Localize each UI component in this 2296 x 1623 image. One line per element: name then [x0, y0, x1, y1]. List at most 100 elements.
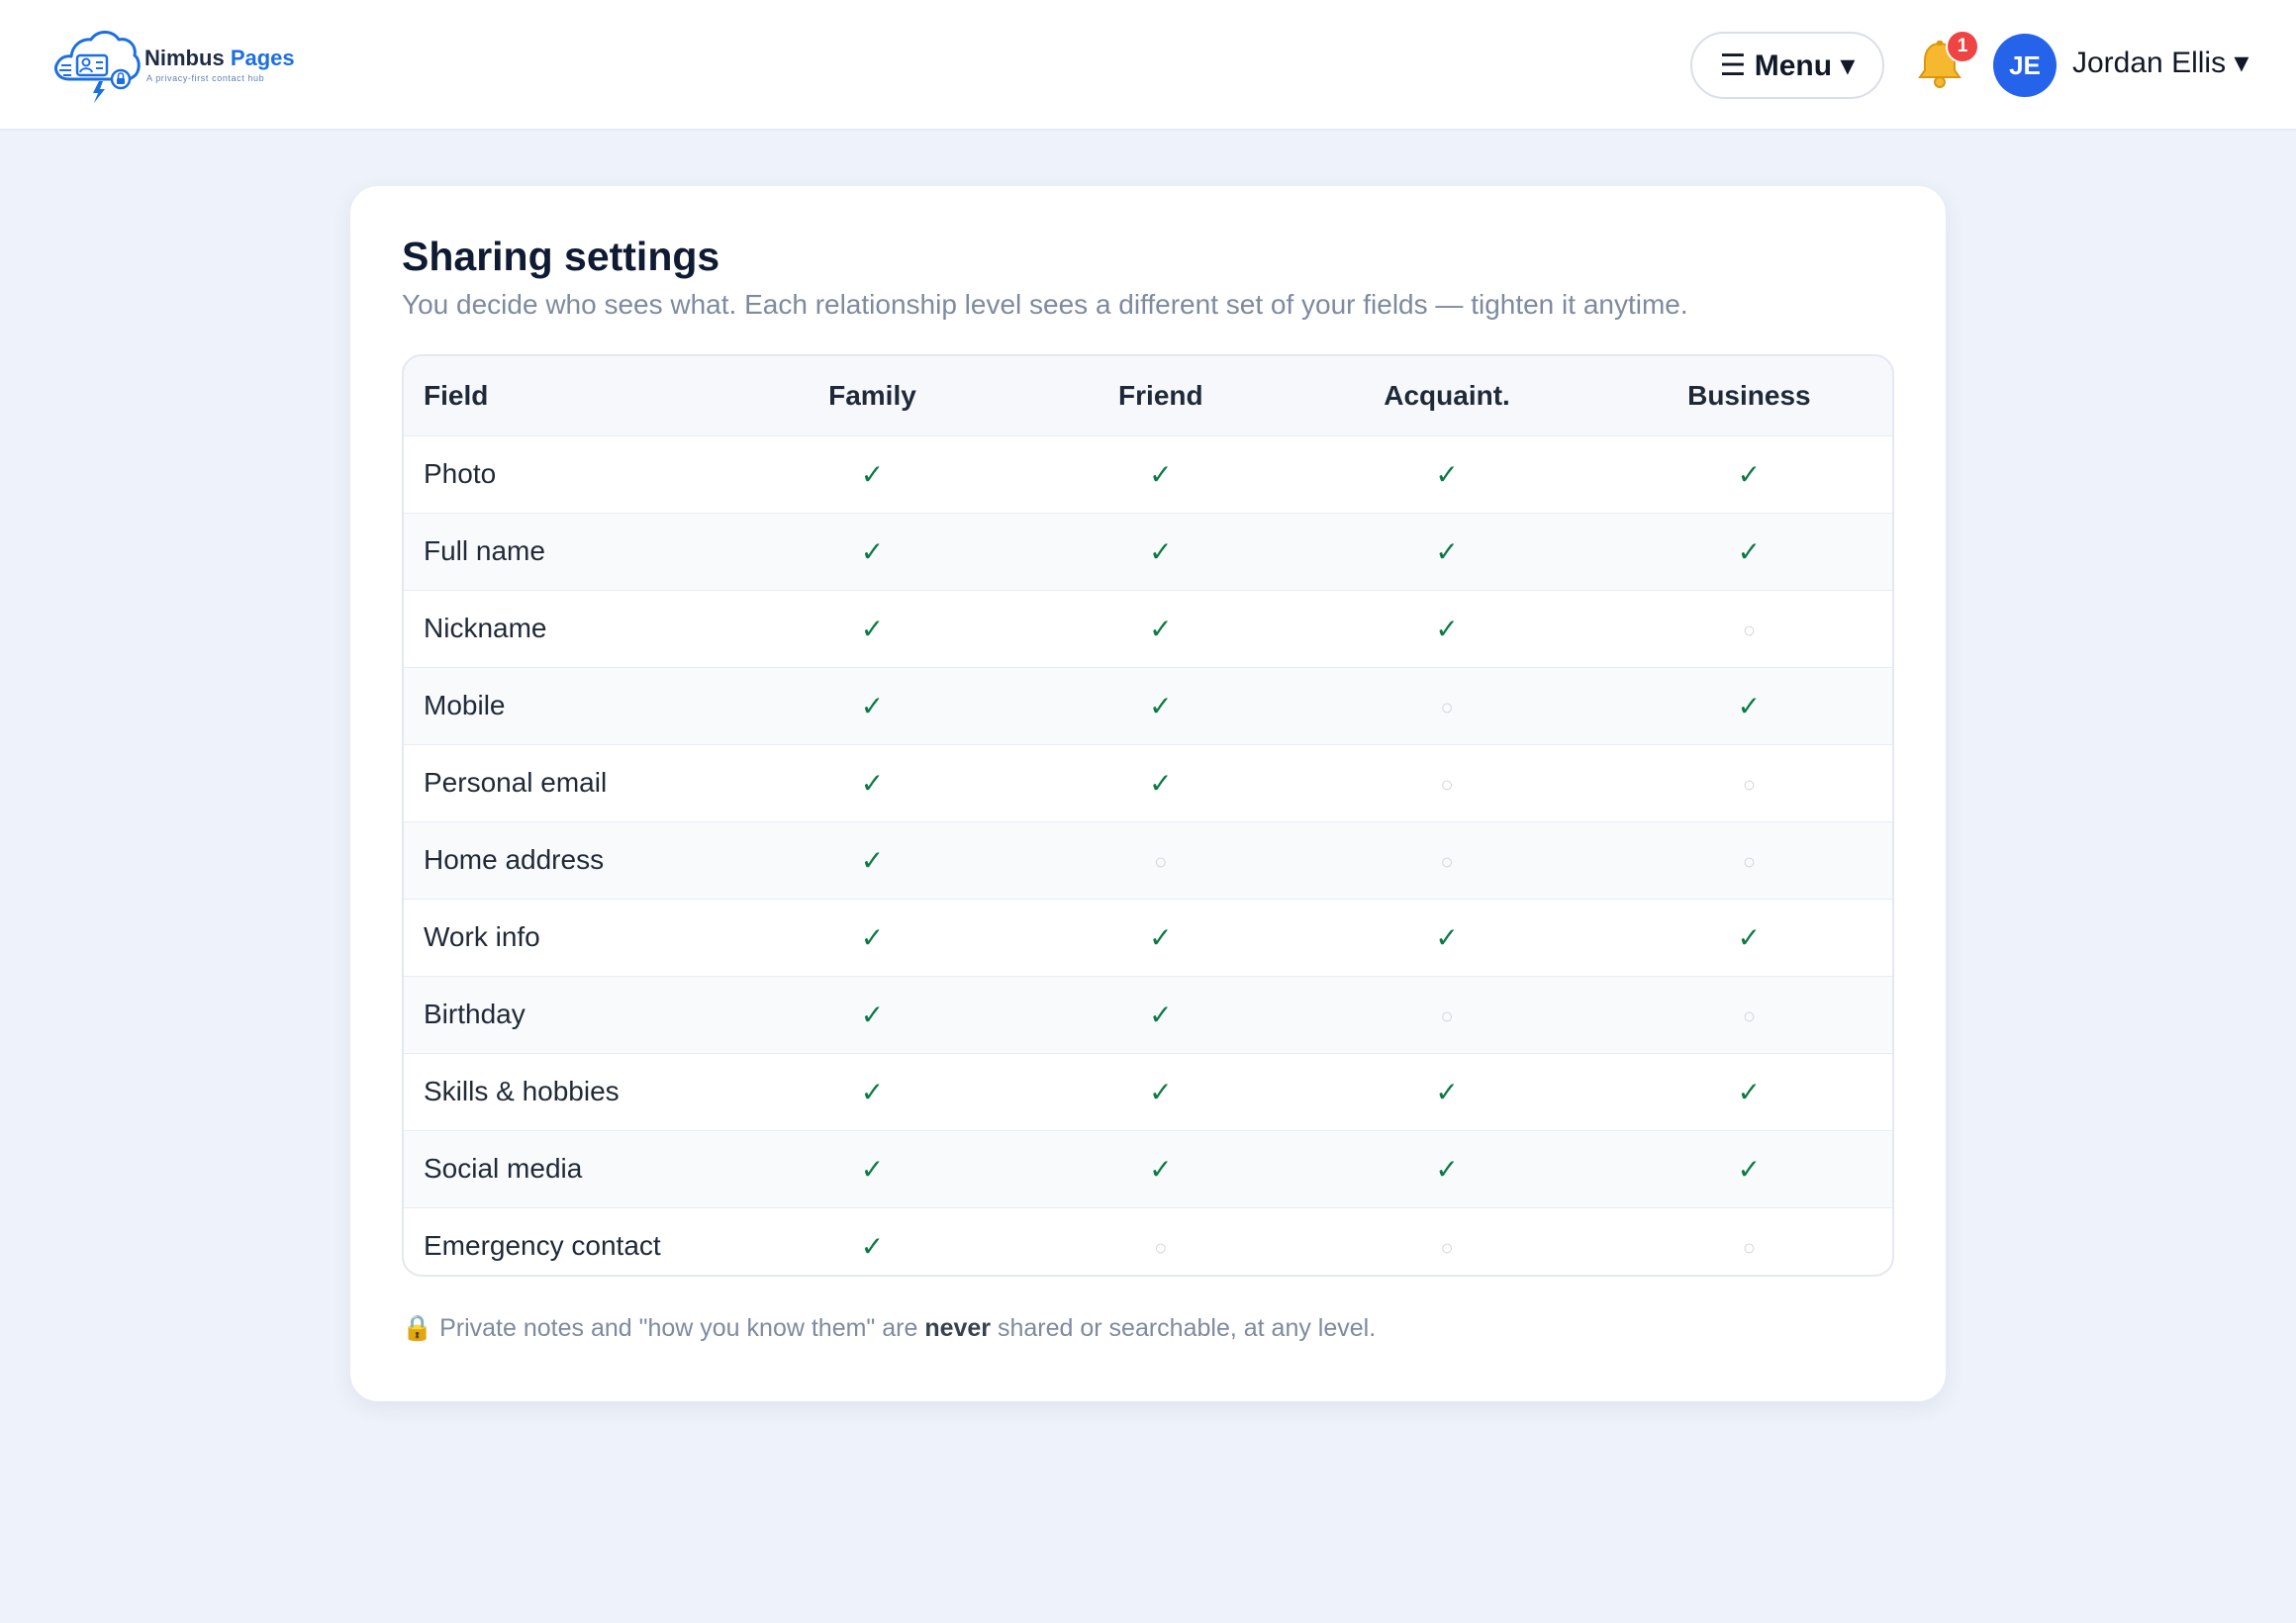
shared-check-icon[interactable]: ✓	[1149, 459, 1172, 490]
cell-business: ○	[1605, 744, 1892, 822]
cell-acquaintance: ✓	[1288, 1130, 1606, 1208]
cell-business: ✓	[1605, 1130, 1892, 1208]
column-header-acquaintance: Acquaint.	[1288, 356, 1606, 436]
cell-friend: ✓	[1033, 744, 1289, 822]
shared-check-icon[interactable]: ✓	[1149, 922, 1172, 953]
not-shared-circle-icon[interactable]: ○	[1154, 849, 1167, 874]
field-label: Birthday	[404, 976, 712, 1054]
field-label: Home address	[404, 821, 712, 900]
cell-family: ✓	[711, 513, 1034, 591]
field-label: Work info	[404, 899, 712, 977]
not-shared-circle-icon[interactable]: ○	[1743, 772, 1756, 797]
menu-button[interactable]: ☰ Menu ▾	[1690, 32, 1884, 99]
cell-business: ○	[1606, 1207, 1892, 1275]
shared-check-icon[interactable]: ✓	[861, 691, 884, 721]
not-shared-circle-icon[interactable]: ○	[1440, 1235, 1453, 1260]
table-row: Skills & hobbies ✓ ✓ ✓ ✓	[404, 1053, 1892, 1131]
table-row: Photo ✓ ✓ ✓ ✓	[404, 435, 1892, 514]
cell-family: ✓	[711, 976, 1034, 1054]
table-row: Nickname ✓ ✓ ✓ ○	[404, 590, 1892, 668]
cell-family: ✓	[711, 899, 1034, 977]
cell-family: ✓	[711, 744, 1034, 822]
shared-check-icon[interactable]: ✓	[861, 1154, 884, 1185]
cell-friend: ✓	[1033, 899, 1289, 977]
shared-check-icon[interactable]: ✓	[1738, 922, 1761, 953]
shared-check-icon[interactable]: ✓	[861, 1000, 884, 1030]
cell-friend: ✓	[1033, 590, 1289, 668]
shared-check-icon[interactable]: ✓	[1149, 1077, 1172, 1107]
brand-tagline: A privacy-first contact hub	[146, 73, 265, 83]
cell-family: ✓	[711, 667, 1034, 745]
user-menu[interactable]: Jordan Ellis ▾	[2072, 46, 2248, 80]
cell-business: ✓	[1605, 513, 1892, 591]
shared-check-icon[interactable]: ✓	[1435, 1077, 1458, 1107]
cell-business: ○	[1605, 821, 1892, 900]
not-shared-circle-icon[interactable]: ○	[1440, 695, 1453, 719]
not-shared-circle-icon[interactable]: ○	[1743, 618, 1756, 642]
cell-friend: ✓	[1033, 667, 1289, 745]
shared-check-icon[interactable]: ✓	[1435, 922, 1458, 953]
shared-check-icon[interactable]: ✓	[1149, 768, 1172, 799]
shared-check-icon[interactable]: ✓	[1435, 614, 1458, 644]
field-label: Emergency contact	[424, 1230, 661, 1262]
shared-check-icon[interactable]: ✓	[1149, 1000, 1172, 1030]
shared-check-icon[interactable]: ✓	[861, 459, 884, 490]
shared-check-icon[interactable]: ✓	[1149, 691, 1172, 721]
column-header-friend: Friend	[1033, 356, 1289, 436]
shared-check-icon[interactable]: ✓	[861, 1231, 884, 1262]
column-header-business: Business	[1605, 356, 1892, 436]
cell-business: ○	[1605, 976, 1892, 1054]
shared-check-icon[interactable]: ✓	[861, 768, 884, 799]
shared-check-icon[interactable]: ✓	[1149, 1154, 1172, 1185]
shared-check-icon[interactable]: ✓	[861, 845, 884, 876]
shared-check-icon[interactable]: ✓	[1738, 536, 1761, 567]
cell-friend: ✓	[1033, 513, 1289, 591]
shared-check-icon[interactable]: ✓	[1149, 536, 1172, 567]
cell-business: ○	[1605, 590, 1892, 668]
shared-check-icon[interactable]: ✓	[861, 1077, 884, 1107]
not-shared-circle-icon[interactable]: ○	[1440, 1003, 1453, 1028]
shared-check-icon[interactable]: ✓	[861, 614, 884, 644]
not-shared-circle-icon[interactable]: ○	[1154, 1235, 1167, 1260]
shared-check-icon[interactable]: ✓	[861, 536, 884, 567]
not-shared-circle-icon[interactable]: ○	[1440, 849, 1453, 874]
shared-check-icon[interactable]: ✓	[861, 922, 884, 953]
column-header-family: Family	[711, 356, 1034, 436]
not-shared-circle-icon[interactable]: ○	[1440, 772, 1453, 797]
cell-acquaintance: ○	[1288, 667, 1606, 745]
shared-check-icon[interactable]: ✓	[1738, 459, 1761, 490]
shared-check-icon[interactable]: ✓	[1435, 1154, 1458, 1185]
page-subtitle: You decide who sees what. Each relations…	[402, 289, 1688, 320]
table-row: Emergency contact ✓ ○ ○ ○	[404, 1207, 1892, 1275]
not-shared-circle-icon[interactable]: ○	[1743, 1003, 1756, 1028]
user-avatar[interactable]: JE	[1993, 34, 2057, 97]
not-shared-circle-icon[interactable]: ○	[1743, 1235, 1756, 1260]
table-row: Mobile ✓ ✓ ○ ✓	[404, 667, 1892, 745]
brand-logo[interactable]: Nimbus Pages A privacy-first contact hub	[51, 24, 295, 107]
field-label: Full name	[404, 513, 712, 591]
table-row: Work info ✓ ✓ ✓ ✓	[404, 899, 1892, 977]
shared-check-icon[interactable]: ✓	[1435, 459, 1458, 490]
shared-check-icon[interactable]: ✓	[1149, 614, 1172, 644]
table-row: Full name ✓ ✓ ✓ ✓	[404, 513, 1892, 591]
table-row: Birthday ✓ ✓ ○ ○	[404, 976, 1892, 1054]
shared-check-icon[interactable]: ✓	[1435, 536, 1458, 567]
shared-check-icon[interactable]: ✓	[1738, 1154, 1761, 1185]
cell-friend: ○	[1033, 821, 1289, 900]
cell-friend: ○	[1033, 1207, 1288, 1275]
not-shared-circle-icon[interactable]: ○	[1743, 849, 1756, 874]
table-row: Social media ✓ ✓ ✓ ✓	[404, 1130, 1892, 1208]
page-title: Sharing settings	[402, 234, 720, 279]
cloud-contact-icon	[54, 31, 141, 103]
cell-business: ✓	[1605, 899, 1892, 977]
notification-badge: 1	[1946, 30, 1979, 63]
shared-check-icon[interactable]: ✓	[1738, 691, 1761, 721]
cell-business: ✓	[1605, 435, 1892, 514]
cell-acquaintance: ✓	[1288, 590, 1606, 668]
cell-acquaintance: ○	[1288, 976, 1606, 1054]
lock-icon: 🔒	[402, 1314, 433, 1342]
field-label: Personal email	[404, 744, 712, 822]
cell-acquaintance: ✓	[1288, 899, 1606, 977]
shared-check-icon[interactable]: ✓	[1738, 1077, 1761, 1107]
cell-friend: ✓	[1033, 1053, 1289, 1131]
